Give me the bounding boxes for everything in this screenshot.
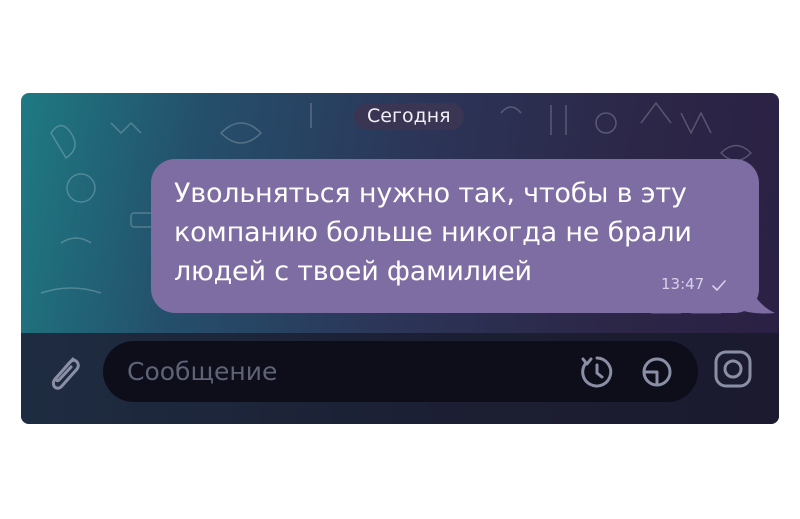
bubble-body: Увольняться нужно так, чтобы в эту компа… (151, 159, 759, 313)
date-chip: Сегодня (354, 103, 464, 130)
message-time: 13:47 (661, 275, 705, 293)
message-input[interactable]: Сообщение (103, 341, 698, 402)
message-text: Увольняться нужно так, чтобы в эту компа… (174, 174, 734, 291)
chat-window: Сегодня Увольняться нужно так, чтобы в э… (21, 93, 779, 424)
paperclip-icon[interactable] (45, 351, 83, 395)
message-line: людей с твоей фамилией (174, 256, 532, 287)
message-line: Увольняться нужно так, чтобы в эту (174, 178, 687, 209)
message-bubble[interactable]: Увольняться нужно так, чтобы в эту компа… (151, 159, 779, 319)
camera-icon[interactable] (713, 349, 753, 389)
timer-icon[interactable] (578, 353, 616, 391)
message-line: компанию больше никогда не брали (174, 217, 692, 248)
sticker-icon[interactable] (640, 355, 674, 389)
check-icon (712, 280, 726, 291)
message-placeholder: Сообщение (127, 357, 278, 386)
input-bar: Сообщение (21, 333, 779, 424)
